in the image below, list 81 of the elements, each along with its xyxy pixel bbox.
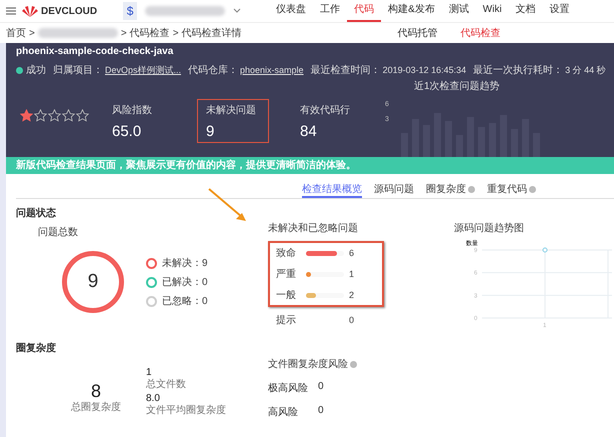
severity-label: 致命 [276, 247, 297, 260]
legend-label: 已忽略：0 [162, 295, 208, 308]
logo-text: DEVCLOUD [41, 6, 98, 16]
meta-label: 最近检查时间： [310, 64, 381, 77]
star-icon [48, 109, 61, 122]
risk-label: 极高风险 [268, 382, 309, 395]
star-icon [76, 109, 89, 122]
severity-count: 1 [349, 269, 354, 279]
trend-title: 近1次检查问题趋势 [414, 80, 501, 93]
stat-label: 文件平均圈复杂度 [146, 405, 227, 417]
data-point [542, 248, 548, 252]
chevron-down-icon[interactable] [233, 8, 242, 14]
info-banner: 新版代码检查结果页面，聚焦展示更有价值的内容，提供更清晰简洁的体验。 [6, 157, 614, 174]
service-tab[interactable]: 代码检查 [460, 26, 501, 40]
meta-label: 最近一次执行耗时： [473, 64, 564, 77]
nav-item[interactable]: 仪表盘 [269, 0, 314, 22]
stat-label: 风险指数 [112, 104, 153, 117]
nav-item[interactable]: 文档 [508, 0, 543, 22]
project-title: phoenix-sample-code-check-java [16, 46, 174, 57]
info-icon [529, 186, 536, 192]
star-icon [20, 109, 33, 122]
breadcrumb-separator: > [172, 28, 179, 38]
nav-item[interactable]: Wiki [476, 0, 509, 22]
flower-logo-icon [22, 5, 38, 17]
stat-label: 有效代码行 [300, 104, 351, 117]
legend-label: 已解决：0 [162, 276, 208, 289]
risk-value: 0 [318, 381, 324, 394]
tab[interactable]: 重复代码 [487, 182, 536, 198]
tab[interactable]: 源码问题 [374, 182, 414, 198]
tab[interactable]: 检查结果概览 [302, 182, 362, 198]
service-tab[interactable]: 代码托管 [398, 26, 438, 40]
total-donut: 9 [62, 251, 124, 313]
stat-value: 1 [146, 367, 153, 378]
stat-label: 未解决问题 [206, 104, 257, 117]
breadcrumb-separator: > [120, 28, 127, 38]
stat-value: 9 [206, 123, 216, 140]
nav-item[interactable]: 工作 [313, 0, 348, 22]
complexity-total-label: 总圈复杂度 [71, 402, 121, 414]
info-icon [350, 360, 357, 368]
stat-value: 84 [300, 123, 318, 140]
nav-item[interactable]: 构建&发布 [381, 0, 442, 22]
meta-label: 代码仓库： [188, 64, 238, 77]
nav-item[interactable]: 测试 [442, 0, 476, 22]
severity-count: 2 [349, 290, 354, 300]
stat-value: 65.0 [112, 123, 142, 140]
stat-label: 总文件数 [146, 379, 187, 391]
star-icon [62, 109, 75, 122]
app-icon[interactable]: $ [123, 2, 138, 20]
severity-count: 0 [349, 315, 354, 325]
meta-value: 3 分 44 秒 [565, 64, 606, 76]
meta-link[interactable]: DevOps样例测试... [105, 64, 182, 76]
chart-title: 未解决和已忽略问题 [268, 222, 359, 235]
meta-label: 归属项目： [53, 64, 103, 77]
risk-label: 高风险 [268, 406, 299, 419]
severity-label: 一般 [276, 289, 297, 302]
breadcrumb-separator: > [29, 28, 35, 38]
meta-link[interactable]: phoenix-sample [240, 65, 304, 75]
star-icon [34, 109, 47, 122]
arrow-drawing [208, 188, 248, 222]
section-title: 圈复杂度 [16, 341, 57, 355]
info-icon [468, 186, 475, 192]
chart-title: 问题总数 [38, 226, 79, 239]
stat-value: 8.0 [146, 393, 161, 404]
section-title: 问题状态 [16, 206, 57, 220]
severity-label: 提示 [276, 314, 297, 327]
risk-title: 文件圈复杂度风险 [268, 358, 348, 371]
nav-item[interactable]: 设置 [542, 0, 577, 22]
severity-count: 6 [349, 248, 354, 258]
meta-value: 2019-03-12 16:45:34 [382, 65, 466, 75]
nav-item[interactable]: 代码 [347, 0, 382, 22]
legend-label: 未解决：9 [162, 256, 208, 270]
severity-label: 严重 [276, 268, 297, 281]
chart-title: 源码问题趋势图 [454, 222, 525, 235]
status-text: 成功 [26, 64, 46, 77]
risk-value: 0 [318, 405, 324, 418]
status-dot-icon [16, 66, 23, 74]
tab[interactable]: 圈复杂度 [426, 182, 475, 198]
complexity-total: 8 [90, 381, 101, 402]
breadcrumb-link[interactable]: 首页 [6, 26, 26, 40]
breadcrumb-link[interactable]: 代码检查 [130, 26, 170, 40]
menu-icon[interactable] [6, 7, 16, 15]
